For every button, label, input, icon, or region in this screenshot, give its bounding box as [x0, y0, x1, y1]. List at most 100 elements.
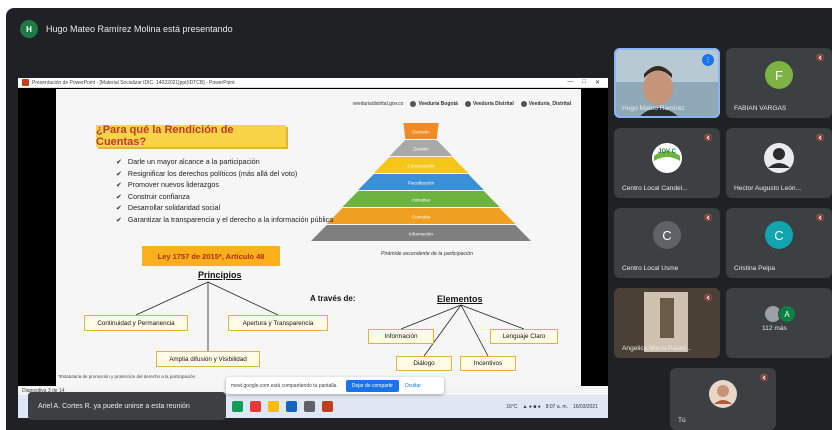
elementos-title: Elementos [437, 294, 483, 304]
taskbar-app-icon[interactable] [250, 401, 261, 412]
system-tray: 16°C ▲ ● ■ ● 8:07 a. m. 16/03/2021 [506, 404, 608, 410]
participant-name: Centro Local Usme [622, 265, 679, 272]
svg-text:JOV C: JOV C [658, 149, 677, 155]
mic-off-icon: 🔇 [816, 55, 825, 62]
participant-tile-centro-usme[interactable]: 🔇 C Centro Local Usme [614, 208, 720, 278]
pyramid-level-label: Información [409, 232, 433, 237]
participant-tile-fabian[interactable]: 🔇 F FABIAN VARGAS [726, 48, 832, 118]
clock-time: 8:07 a. m. [545, 403, 568, 410]
connector-line [460, 304, 489, 357]
mic-off-icon: 🔇 [704, 295, 713, 302]
presenter-bar: H Hugo Mateo Ramírez Molina está present… [20, 18, 233, 40]
logo-distrital-2: Veeduría_Distrital [520, 101, 571, 107]
pyramid-level-label: Concertación [407, 164, 435, 169]
elemento-box: Diálogo [396, 356, 452, 371]
bullet-item: Darle un mayor alcance a la participació… [116, 157, 333, 169]
bullet-item: Promover nuevos liderazgos [116, 180, 333, 192]
self-avatar [709, 380, 737, 408]
participant-tile-angelica[interactable]: 🔇 Angelica María Palaci... [614, 288, 720, 358]
principio-box: Continuidad y Permanencia [84, 315, 188, 331]
minimize-icon[interactable]: — [567, 79, 573, 86]
bullet-item: Garantizar la transparencia y el derecho… [116, 215, 333, 227]
participant-tile-hector[interactable]: 🔇 Hector Augusto León... [726, 128, 832, 198]
avatar: C [653, 221, 681, 249]
slide-footnote: *Estatutaria de promoción y protección d… [58, 374, 196, 379]
participation-pyramid: Decisión Gestión Concertación Fiscalización… [311, 123, 531, 241]
avatar: A [778, 305, 796, 323]
taskbar-app-icon[interactable] [322, 401, 333, 412]
elemento-box: Lenguaje Claro [490, 329, 558, 344]
hide-notice-button[interactable]: Ocultar [405, 383, 421, 389]
tray-icons: ▲ ● ■ ● [522, 403, 541, 410]
stage: H Hugo Mateo Ramírez Molina está present… [0, 0, 832, 430]
participant-tile-more[interactable]: A 112 más [726, 288, 832, 358]
principio-box: Apertura y Transparencia [228, 315, 328, 331]
bullet-list: Darle un mayor alcance a la participació… [116, 157, 333, 227]
mic-off-icon: 🔇 [816, 215, 825, 222]
mic-off-icon: 🔇 [704, 215, 713, 222]
participant-name: Centro Local Candel... [622, 185, 688, 192]
connector-line [460, 304, 525, 330]
shared-screen[interactable]: Presentación de PowerPoint - [Material S… [18, 78, 608, 418]
weather-label: 16°C [506, 403, 518, 410]
participant-name: Hugo Mateo Ramírez [622, 105, 685, 112]
law-box: Ley 1757 de 2015*, Artículo 48 [142, 246, 280, 266]
connector-line [135, 281, 209, 316]
a-traves-label: A través de: [310, 294, 356, 303]
pyramid-level-label: Consulta [412, 215, 431, 220]
participant-name: Hector Augusto León... [734, 185, 802, 192]
principio-box: Amplia difusión y Visibilidad [156, 351, 260, 367]
pyramid-caption: Pirámide ascendente de la participación [381, 251, 473, 257]
elemento-box: Incentivos [460, 356, 516, 371]
connector-line [207, 281, 279, 316]
participant-tile-hugo[interactable]: ⋮ Hugo Mateo Ramírez [614, 48, 720, 118]
bullet-item: Desarrollar solidaridad social [116, 203, 333, 215]
pyramid-level-label: Fiscalización [408, 181, 435, 186]
share-notice-text: meet.google.com está compartiendo tu pan… [231, 382, 338, 389]
presenter-avatar: H [20, 20, 38, 38]
logo-icon [464, 101, 471, 107]
participant-tile-self[interactable]: 🔇 Tú [670, 368, 776, 430]
question-box: ¿Para qué la Rendición de Cuentas? [96, 124, 286, 148]
ppt-titlebar: Presentación de PowerPoint - [Material S… [18, 78, 608, 88]
participant-tile-centro-candel[interactable]: 🔇 JOV C Centro Local Candel... [614, 128, 720, 198]
taskbar-app-icon[interactable] [304, 401, 315, 412]
bullet-item: Resignificar los derechos políticos (más… [116, 169, 333, 181]
slide-header: veeduriadistrital.gov.co Veeduría Bogotá… [353, 101, 571, 107]
taskbar-app-icon[interactable] [286, 401, 297, 412]
logo-icon [410, 101, 417, 107]
pyramid-level-label: Iniciativa [412, 198, 430, 203]
more-participants-label: 112 más [762, 325, 787, 332]
logo-distrital: Veeduría Distrital [464, 101, 514, 107]
clock-date: 16/03/2021 [572, 403, 598, 410]
presenter-text: Hugo Mateo Ramírez Molina está presentan… [46, 24, 233, 34]
avatar: C [765, 221, 793, 249]
elemento-box: Información [368, 329, 434, 344]
meet-window: H Hugo Mateo Ramírez Molina está present… [6, 8, 832, 430]
participant-tile-cristina[interactable]: 🔇 C Cristina Peipa [726, 208, 832, 278]
close-icon[interactable]: ✕ [595, 79, 600, 86]
taskbar-app-icon[interactable] [268, 401, 279, 412]
principios-title: Principios [198, 270, 242, 280]
taskbar-app-icon[interactable] [232, 401, 243, 412]
stop-sharing-button[interactable]: Dejar de compartir [345, 379, 399, 392]
logo-icon [520, 101, 527, 107]
window-controls: — □ ✕ [567, 79, 608, 86]
logo-bogota: Veeduría Bogotá [410, 101, 458, 107]
pyramid-level-label: Gestión [413, 147, 429, 152]
pyramid-level-label: Decisión [412, 130, 430, 135]
participant-name: Angelica María Palaci... [622, 345, 692, 352]
powerpoint-icon [22, 79, 29, 86]
maximize-icon[interactable]: □ [582, 79, 586, 86]
ppt-window-title: Presentación de PowerPoint - [Material S… [32, 79, 235, 86]
participant-name: FABIAN VARGAS [734, 105, 787, 112]
slide-header-url: veeduriadistrital.gov.co [352, 101, 404, 107]
slide: Decisión Gestión Concertación Fiscalización… [56, 89, 581, 386]
avatar: F [765, 61, 793, 89]
join-toast: Ariel A. Cortes R. ya puede unirse a est… [28, 392, 226, 420]
bullet-item: Construir confianza [116, 192, 333, 204]
participant-name: Tú [678, 417, 686, 424]
speaking-indicator-icon: ⋮ [702, 54, 714, 66]
participant-name: Cristina Peipa [734, 265, 776, 272]
more-avatars: A [764, 305, 796, 323]
